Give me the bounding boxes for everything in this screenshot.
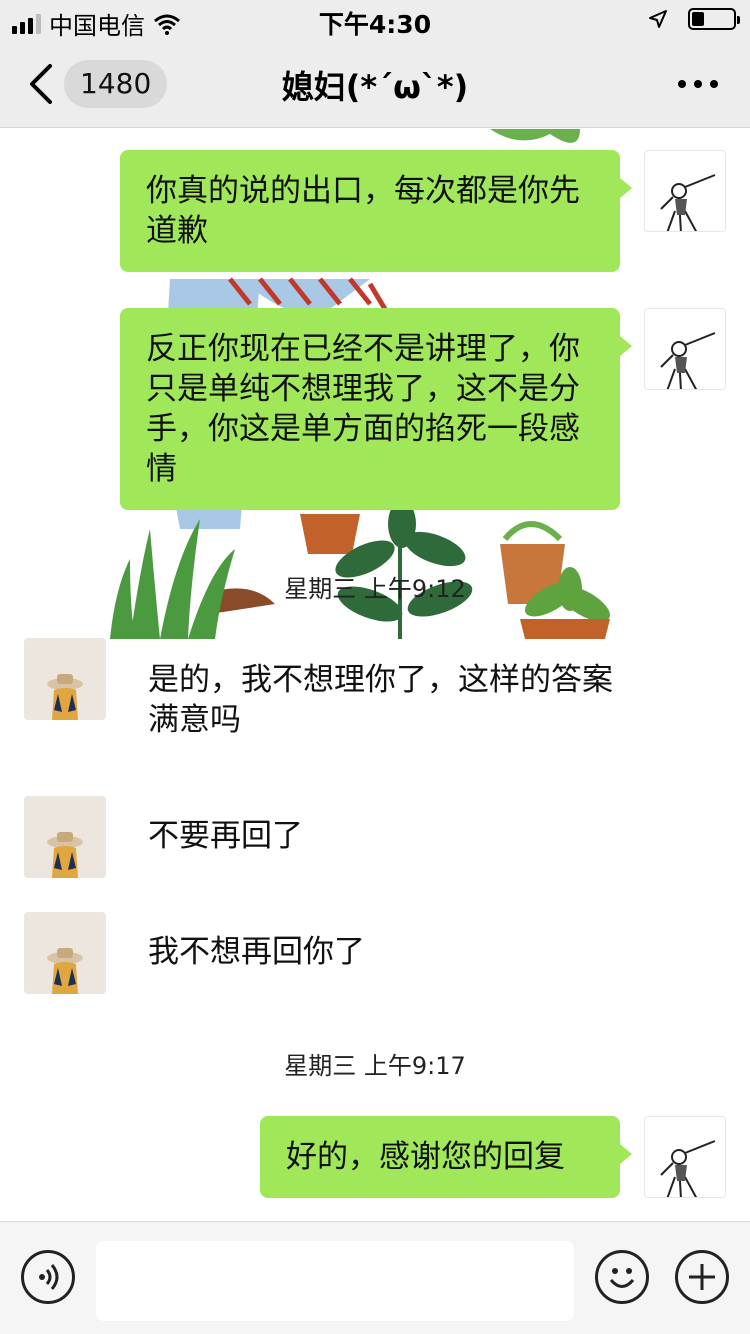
message-input[interactable] xyxy=(96,1241,574,1321)
message-text: 反正你现在已经不是讲理了，你只是单纯不想理我了，这不是分手，你这是单方面的掐死一… xyxy=(146,331,580,487)
message-bubble-outgoing[interactable]: 好的，感谢您的回复 xyxy=(260,1116,632,1198)
girl-with-hat-avatar-icon xyxy=(47,948,83,994)
girl-with-hat-avatar-icon xyxy=(47,832,83,878)
battery-icon xyxy=(688,8,740,30)
my-avatar[interactable] xyxy=(644,308,726,390)
message-timestamp: 星期三 上午9:12 xyxy=(284,575,466,603)
my-avatar[interactable] xyxy=(644,150,726,232)
plus-icon xyxy=(689,1264,715,1290)
message-bubble-outgoing[interactable]: 反正你现在已经不是讲理了，你只是单纯不想理我了，这不是分手，你这是单方面的掐死一… xyxy=(120,308,632,510)
emoji-button[interactable] xyxy=(595,1250,649,1304)
voice-input-button[interactable] xyxy=(21,1250,75,1304)
more-actions-button[interactable] xyxy=(675,1250,729,1304)
girl-with-hat-avatar-icon xyxy=(47,674,83,720)
smiley-face-icon xyxy=(609,1268,635,1288)
message-row-outgoing: 好的，感谢您的回复 xyxy=(0,1116,750,1216)
dabbing-figure-avatar-icon xyxy=(660,1140,716,1197)
message-timestamp: 星期三 上午9:17 xyxy=(284,1052,466,1080)
my-avatar[interactable] xyxy=(644,1116,726,1198)
chat-title: 媳妇(*´ω`*) xyxy=(281,68,469,106)
dabbing-figure-avatar-icon xyxy=(660,174,716,231)
contact-avatar[interactable] xyxy=(24,638,106,720)
message-text-incoming[interactable]: 是的，我不想理你了，这样的答案满意吗 xyxy=(148,660,618,740)
more-dot-icon xyxy=(678,80,686,88)
chat-area[interactable]: 你真的说的出口，每次都是你先道歉 反正你现在已经不是讲理了，你只是单纯不想理我了… xyxy=(0,129,750,1221)
message-text-incoming[interactable]: 不要再回了 xyxy=(148,816,618,856)
message-row-incoming: 是的，我不想理你了，这样的答案满意吗 xyxy=(0,638,750,758)
location-arrow-icon xyxy=(649,10,667,28)
more-dot-icon xyxy=(710,80,718,88)
contact-avatar[interactable] xyxy=(24,796,106,878)
status-bar: 中国电信 下午4:30 xyxy=(0,0,750,40)
message-text: 你真的说的出口，每次都是你先道歉 xyxy=(146,173,580,249)
voice-icon xyxy=(39,1264,59,1290)
message-row-outgoing: 反正你现在已经不是讲理了，你只是单纯不想理我了，这不是分手，你这是单方面的掐死一… xyxy=(0,294,750,534)
chat-header: 1480 媳妇(*´ω`*) xyxy=(0,40,750,128)
message-text: 好的，感谢您的回复 xyxy=(286,1139,565,1175)
contact-avatar[interactable] xyxy=(24,912,106,994)
dabbing-figure-avatar-icon xyxy=(660,332,716,389)
input-bar xyxy=(0,1221,750,1334)
status-time: 下午4:30 xyxy=(318,10,432,39)
message-row-incoming: 我不想再回你了 xyxy=(0,912,750,1012)
message-row-outgoing: 你真的说的出口，每次都是你先道歉 xyxy=(0,129,750,279)
message-text-incoming[interactable]: 我不想再回你了 xyxy=(148,932,618,972)
back-chevron-icon[interactable] xyxy=(26,62,56,106)
more-options-button[interactable] xyxy=(678,80,718,88)
more-dot-icon xyxy=(694,80,702,88)
message-row-incoming: 不要再回了 xyxy=(0,796,750,896)
status-bar-right xyxy=(648,8,740,30)
message-bubble-outgoing[interactable]: 你真的说的出口，每次都是你先道歉 xyxy=(120,150,632,272)
